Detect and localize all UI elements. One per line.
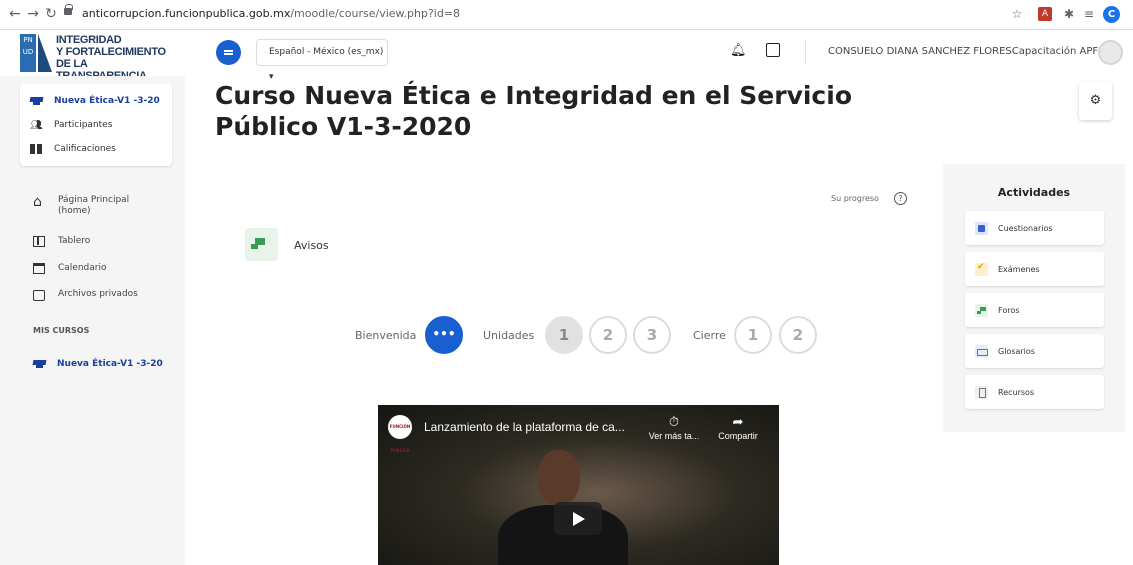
play-button-icon[interactable] [554,502,602,535]
section-nav-unit-3[interactable]: 3 [633,316,671,354]
url-host: anticorrupcion.funcionpublica.gob.mx [82,7,291,20]
clock-icon: ⏱ [668,414,680,429]
section-nav-unit-2[interactable]: 2 [589,316,627,354]
forum-icon [975,303,988,317]
course-settings-gear-icon[interactable]: ⚙ [1079,82,1112,120]
section-nav-close-label: Cierre [693,329,726,342]
drawer-item-calendar[interactable]: Calendario [58,263,106,274]
browser-toolbar: ← → ↻ anticorrupcion.funcionpublica.gob.… [0,0,1133,30]
graduation-cap-icon [33,359,47,369]
site-logo[interactable]: PN UD INTEGRIDAD Y FORTALECIMIENTO DE LA… [20,34,175,82]
activity-forums[interactable]: Foros [965,293,1104,327]
activity-resources[interactable]: Recursos [965,375,1104,409]
user-avatar[interactable] [1098,40,1123,65]
forum-icon [245,228,278,261]
channel-logo[interactable]: FUNCIÓN PÚBLICA [388,415,412,453]
checkmark-icon [975,262,988,276]
extensions-puzzle-icon[interactable]: ✱ [1060,5,1078,23]
glossary-icon [975,344,988,358]
share-arrow-icon: ➦ [732,414,744,429]
drive-icon [33,290,45,301]
activity-quizzes[interactable]: Cuestionarios [965,211,1104,245]
address-bar[interactable]: anticorrupcion.funcionpublica.gob.mx/moo… [82,5,460,23]
section-nav-unit-1[interactable]: 1 [545,316,583,354]
drawer-item-participants[interactable]: 👥︎ Participantes [30,116,112,134]
share-button[interactable]: ➦ Compartir [710,413,766,441]
course-nav-card: Nueva Ética-V1 -3-20 👥︎ Participantes Ca… [20,84,172,166]
quiz-icon [975,221,988,235]
bookmark-star-icon[interactable]: ☆ [1008,5,1026,23]
logo-line-1: INTEGRIDAD [56,34,122,46]
watch-later-button[interactable]: ⏱ Ver más ta... [646,413,702,441]
graduation-cap-icon [30,96,44,106]
section-nav-welcome-button[interactable]: ••• [425,316,463,354]
dashboard-icon [33,236,45,247]
drawer-toggle-button[interactable] [216,40,241,65]
logo-line-2: Y FORTALECIMIENTO [56,46,166,58]
page-title: Curso Nueva Ética e Integridad en el Ser… [215,81,852,141]
progress-label: Su progreso [831,194,879,203]
activity-link-avisos[interactable]: Avisos [294,239,329,252]
video-title[interactable]: Lanzamiento de la plataforma de ca... [424,420,625,434]
url-path: /moodle/course/view.php?id=8 [290,7,461,20]
lock-icon [64,4,73,15]
youtube-video-embed[interactable]: FUNCIÓN PÚBLICA Lanzamiento de la plataf… [378,405,779,565]
back-icon[interactable]: ← [6,5,24,23]
browser-profile-icon[interactable]: C [1103,6,1120,23]
user-menu-name[interactable]: CONSUELO DIANA SANCHEZ FLORESCapacitació… [828,46,1098,57]
drawer-item-grades[interactable]: Calificaciones [30,140,116,158]
file-icon [975,385,988,399]
calendar-icon [33,263,45,274]
drawer-item-my-course[interactable]: Nueva Ética-V1 -3-20 [33,355,163,373]
book-icon [30,144,44,154]
activities-block-title: Actividades [997,186,1071,199]
activities-block: Actividades Cuestionarios Exámenes Foros… [943,164,1125,432]
my-courses-heading: MIS CURSOS [33,326,90,335]
reload-icon[interactable]: ↻ [42,5,60,23]
pdf-extension-icon[interactable]: A [1038,7,1052,21]
nav-drawer: Nueva Ética-V1 -3-20 👥︎ Participantes Ca… [0,76,185,565]
section-nav-close-1[interactable]: 1 [734,316,772,354]
section-nav-welcome-label: Bienvenida [355,329,417,342]
drawer-item-dashboard[interactable]: Tablero [58,236,90,247]
section-nav-close-2[interactable]: 2 [779,316,817,354]
section-nav-units-label: Unidades [483,329,535,342]
users-icon: 👥︎ [30,120,43,131]
messages-chat-icon[interactable] [766,43,780,57]
activity-glossaries[interactable]: Glosarios [965,334,1104,368]
forward-icon[interactable]: → [24,5,42,23]
drawer-item-private-files[interactable]: Archivos privados [58,289,138,300]
home-icon [33,194,45,210]
reading-list-icon[interactable]: ≡ [1080,5,1098,23]
language-menu-button[interactable]: Español - México (es_mx) ▾ [256,39,388,82]
notifications-bell-icon[interactable]: 🔔︎ [730,43,747,59]
drawer-item-home[interactable]: Página Principal (home) [58,195,158,217]
help-icon[interactable]: ? [894,192,907,205]
navbar-divider [805,40,806,64]
drawer-item-course[interactable]: Nueva Ética-V1 -3-20 [30,92,160,110]
activity-exams[interactable]: Exámenes [965,252,1104,286]
undp-logo-icon: PN UD [20,34,36,72]
